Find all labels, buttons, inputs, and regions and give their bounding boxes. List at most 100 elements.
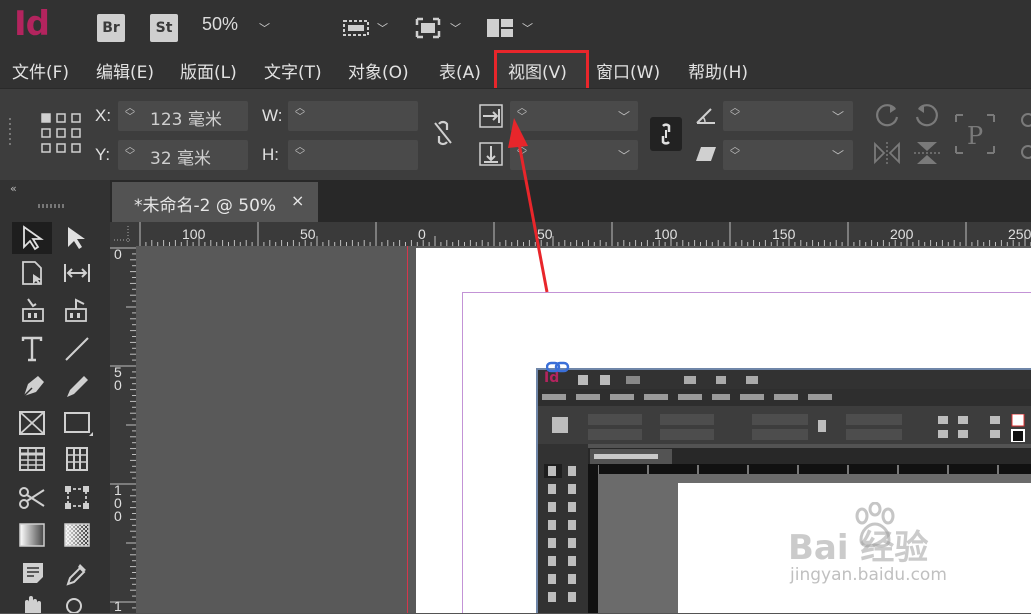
free-transform-tool-icon[interactable]	[62, 484, 92, 512]
embedded-zoom	[626, 376, 640, 384]
embedded-tab-title	[594, 454, 658, 459]
chevron-down-icon[interactable]: ﹀	[450, 20, 461, 36]
embedded-app-bar	[538, 370, 1031, 389]
ruler-label: 0	[418, 226, 426, 242]
rotate-angle-icon	[694, 104, 718, 126]
view-options-icon[interactable]	[342, 16, 372, 40]
gradient-swatch-tool-icon[interactable]	[18, 522, 46, 548]
ruler-label: 0	[114, 246, 122, 262]
reference-p-icon[interactable]: P	[954, 113, 996, 155]
embedded-view-icon	[684, 376, 696, 384]
flip-vertical-icon[interactable]	[913, 140, 941, 166]
collapse-panel-icon[interactable]: «	[10, 182, 17, 195]
close-tab-button[interactable]: ×	[291, 191, 304, 210]
toolbar-grip[interactable]	[38, 203, 68, 209]
chevron-down-icon[interactable]: ﹀	[832, 108, 844, 125]
document-tab-title[interactable]: *未命名-2 @ 50%	[134, 191, 276, 216]
shear-icon	[694, 144, 718, 164]
menu-view[interactable]: 视图(V)	[508, 58, 567, 83]
pencil-tool-icon[interactable]	[64, 372, 92, 400]
menu-edit[interactable]: 编辑(E)	[96, 58, 154, 83]
x-value[interactable]: 123 毫米	[150, 105, 222, 130]
menu-layout[interactable]: 版面(L)	[180, 58, 237, 83]
placed-screenshot-image[interactable]: Id	[536, 368, 1031, 613]
eyedropper-tool-icon[interactable]	[64, 560, 90, 588]
pen-tool-icon[interactable]	[20, 372, 48, 400]
gap-tool-icon[interactable]	[62, 260, 92, 286]
table-column-icon[interactable]	[64, 446, 90, 472]
x-stepper[interactable]: ︿ ﹀	[124, 104, 136, 123]
menu-help[interactable]: 帮助(H)	[688, 58, 748, 83]
note-tool-icon[interactable]	[20, 560, 46, 586]
reference-point-icon[interactable]	[40, 112, 82, 154]
page-tool-icon[interactable]	[20, 260, 46, 286]
hand-tool-icon[interactable]	[20, 594, 46, 613]
menu-type[interactable]: 文字(T)	[264, 58, 322, 83]
ruler-label: 50	[300, 226, 316, 242]
type-tool-icon[interactable]	[20, 336, 46, 364]
line-tool-icon[interactable]	[64, 336, 90, 362]
ruler-label: 5 0	[114, 364, 122, 393]
x-label: X:	[95, 106, 112, 125]
embedded-menu-items	[542, 394, 832, 400]
rotate-stepper[interactable]: ︿ ﹀	[729, 104, 741, 123]
chevron-down-icon[interactable]: ﹀	[522, 20, 533, 36]
w-label: W:	[262, 106, 283, 125]
panel-grip[interactable]	[8, 118, 14, 148]
stock-button[interactable]: St	[150, 14, 178, 42]
gradient-feather-tool-icon[interactable]	[63, 522, 91, 548]
chevron-down-icon[interactable]: ﹀	[832, 147, 844, 164]
link-icon[interactable]	[650, 117, 682, 151]
chevron-down-icon[interactable]: ﹀	[377, 20, 388, 36]
embedded-st-icon	[600, 375, 610, 385]
chevron-down-icon[interactable]: ﹀	[618, 147, 630, 164]
indesign-logo: Id	[14, 4, 50, 44]
zoom-tool-icon[interactable]	[64, 596, 88, 613]
h-field[interactable]	[288, 140, 418, 170]
linked-image-icon[interactable]	[546, 360, 570, 374]
vertical-ruler[interactable]	[110, 246, 137, 613]
menu-window[interactable]: 窗口(W)	[596, 58, 660, 83]
scissors-tool-icon[interactable]	[18, 484, 46, 512]
direct-selection-tool-icon[interactable]	[64, 225, 88, 251]
selection-tool-icon[interactable]	[20, 225, 44, 251]
embedded-ruler-ticks	[598, 465, 999, 474]
h-label: H:	[262, 145, 279, 164]
paw-watermark-icon	[852, 502, 898, 550]
w-stepper[interactable]: ︿ ﹀	[294, 104, 306, 123]
embedded-v-ruler	[588, 474, 598, 613]
constrain-proportions-icon[interactable]	[432, 120, 454, 146]
chevron-down-icon[interactable]: ﹀	[618, 108, 630, 125]
ruler-label: 200	[890, 226, 914, 242]
chevron-down-icon[interactable]: ﹀	[259, 20, 270, 36]
shear-stepper[interactable]: ︿ ﹀	[729, 143, 741, 162]
embedded-br-icon	[578, 375, 588, 385]
y-value[interactable]: 32 毫米	[150, 144, 211, 169]
rectangle-frame-tool-icon[interactable]	[18, 410, 46, 436]
rotate-cw-icon[interactable]	[873, 101, 901, 129]
h-stepper[interactable]: ︿ ﹀	[294, 143, 306, 162]
menu-object[interactable]: 对象(O)	[348, 58, 409, 83]
y-stepper[interactable]: ︿ ﹀	[124, 143, 136, 162]
watermark-url: jingyan.baidu.com	[790, 565, 947, 585]
menu-table[interactable]: 表(A)	[439, 58, 481, 83]
more-controls-icon[interactable]	[1018, 112, 1031, 162]
ruler-corner[interactable]	[110, 222, 136, 246]
zoom-level[interactable]: 50%	[202, 14, 238, 35]
flip-horizontal-icon[interactable]	[873, 140, 901, 166]
ruler-label: 100	[654, 226, 678, 242]
content-placer-icon[interactable]	[64, 297, 90, 323]
rectangle-tool-icon[interactable]	[63, 410, 93, 436]
menu-file[interactable]: 文件(F)	[12, 58, 69, 83]
arrange-documents-icon[interactable]	[486, 16, 514, 40]
content-collector-icon[interactable]	[20, 297, 46, 323]
table-tool-icon[interactable]	[18, 446, 46, 472]
rotate-ccw-icon[interactable]	[913, 101, 941, 129]
w-field[interactable]	[288, 101, 418, 131]
ruler-label: 1	[114, 598, 122, 614]
screen-mode-icon[interactable]	[414, 16, 442, 40]
annotation-arrow	[500, 110, 560, 300]
ruler-label: 150	[772, 226, 796, 242]
bridge-button[interactable]: Br	[97, 14, 125, 42]
ruler-label: 250	[1008, 226, 1031, 242]
